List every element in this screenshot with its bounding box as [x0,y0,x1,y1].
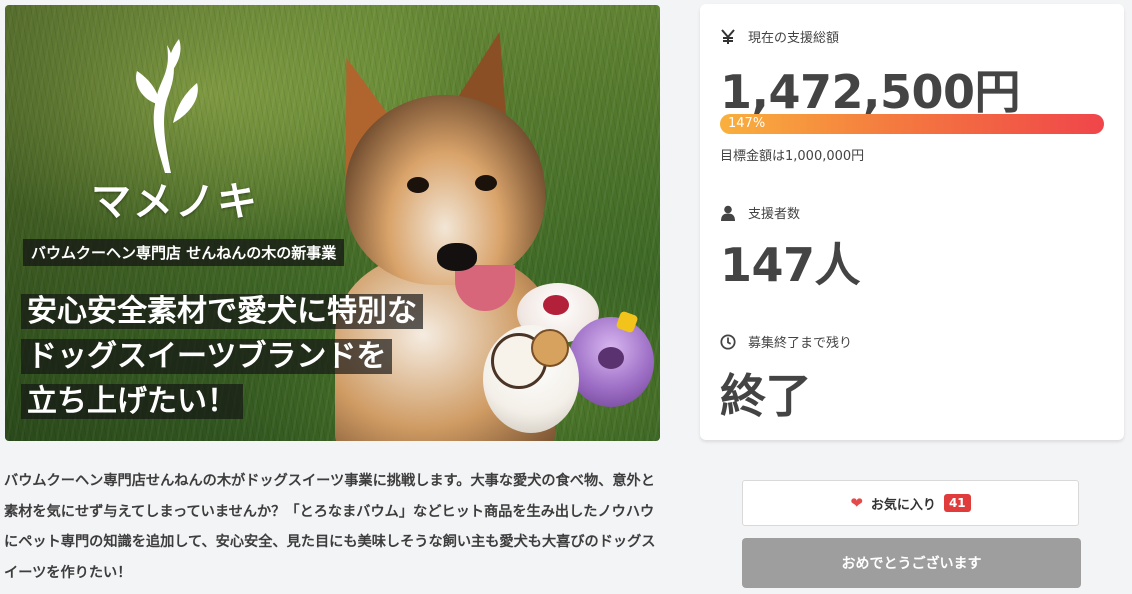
hero-headline-line: 立ち上げたい！ [21,384,243,419]
amount-label-row: 現在の支援総額 [720,27,839,46]
hero-headline: 安心安全素材で愛犬に特別な ドッグスイーツブランドを 立ち上げたい！ [21,289,481,424]
supporters-value: 147人 [720,238,861,292]
project-description: バウムクーヘン専門店せんねんの木がドッグスイーツ事業に挑戦します。大事な愛犬の食… [4,473,656,581]
remaining-value: 終了 [720,369,812,423]
favorite-label: お気に入り [870,497,936,513]
finished-label: おめでとうございます [841,556,982,572]
supporters-label-row: 支援者数 [720,203,800,222]
funding-progress-bar: 147% [720,114,1104,134]
dog-sweet-cake-3 [483,325,579,433]
hero-subtitle: バウムクーヘン専門店 せんねんの木の新事業 [23,239,345,266]
heart-icon: ❤ [850,494,863,512]
hero-headline-line: 安心安全素材で愛犬に特別な [21,294,423,329]
favorite-count-badge: 41 [943,494,971,512]
hero-headline-line: ドッグスイーツブランドを [21,339,393,374]
project-finished-button[interactable]: おめでとうございます [742,538,1081,588]
dog-sweet-cake-2 [568,310,654,407]
project-hero-image: マメノキ バウムクーヘン専門店 せんねんの木の新事業 安心安全素材で愛犬に特別な… [5,5,660,441]
funding-stats-card: 現在の支援総額 1,472,500円 147% 目標金額は1,000,000円 … [700,4,1124,440]
mamenoki-logo-icon [136,39,198,173]
supporters-label: 支援者数 [748,207,801,222]
clock-icon [720,333,736,350]
remaining-label: 募集終了まで残り [748,336,853,351]
user-icon [720,205,736,221]
amount-label: 現在の支援総額 [748,31,840,46]
hero-logo-text: マメノキ [91,179,259,225]
goal-amount: 目標金額は1,000,000円 [720,149,865,164]
yen-icon [720,28,736,45]
remaining-label-row: 募集終了まで残り [720,332,852,351]
amount-value: 1,472,500円 [720,65,1021,119]
favorite-button[interactable]: ❤ お気に入り 41 [742,480,1079,526]
progress-percent: 147% [728,116,766,131]
